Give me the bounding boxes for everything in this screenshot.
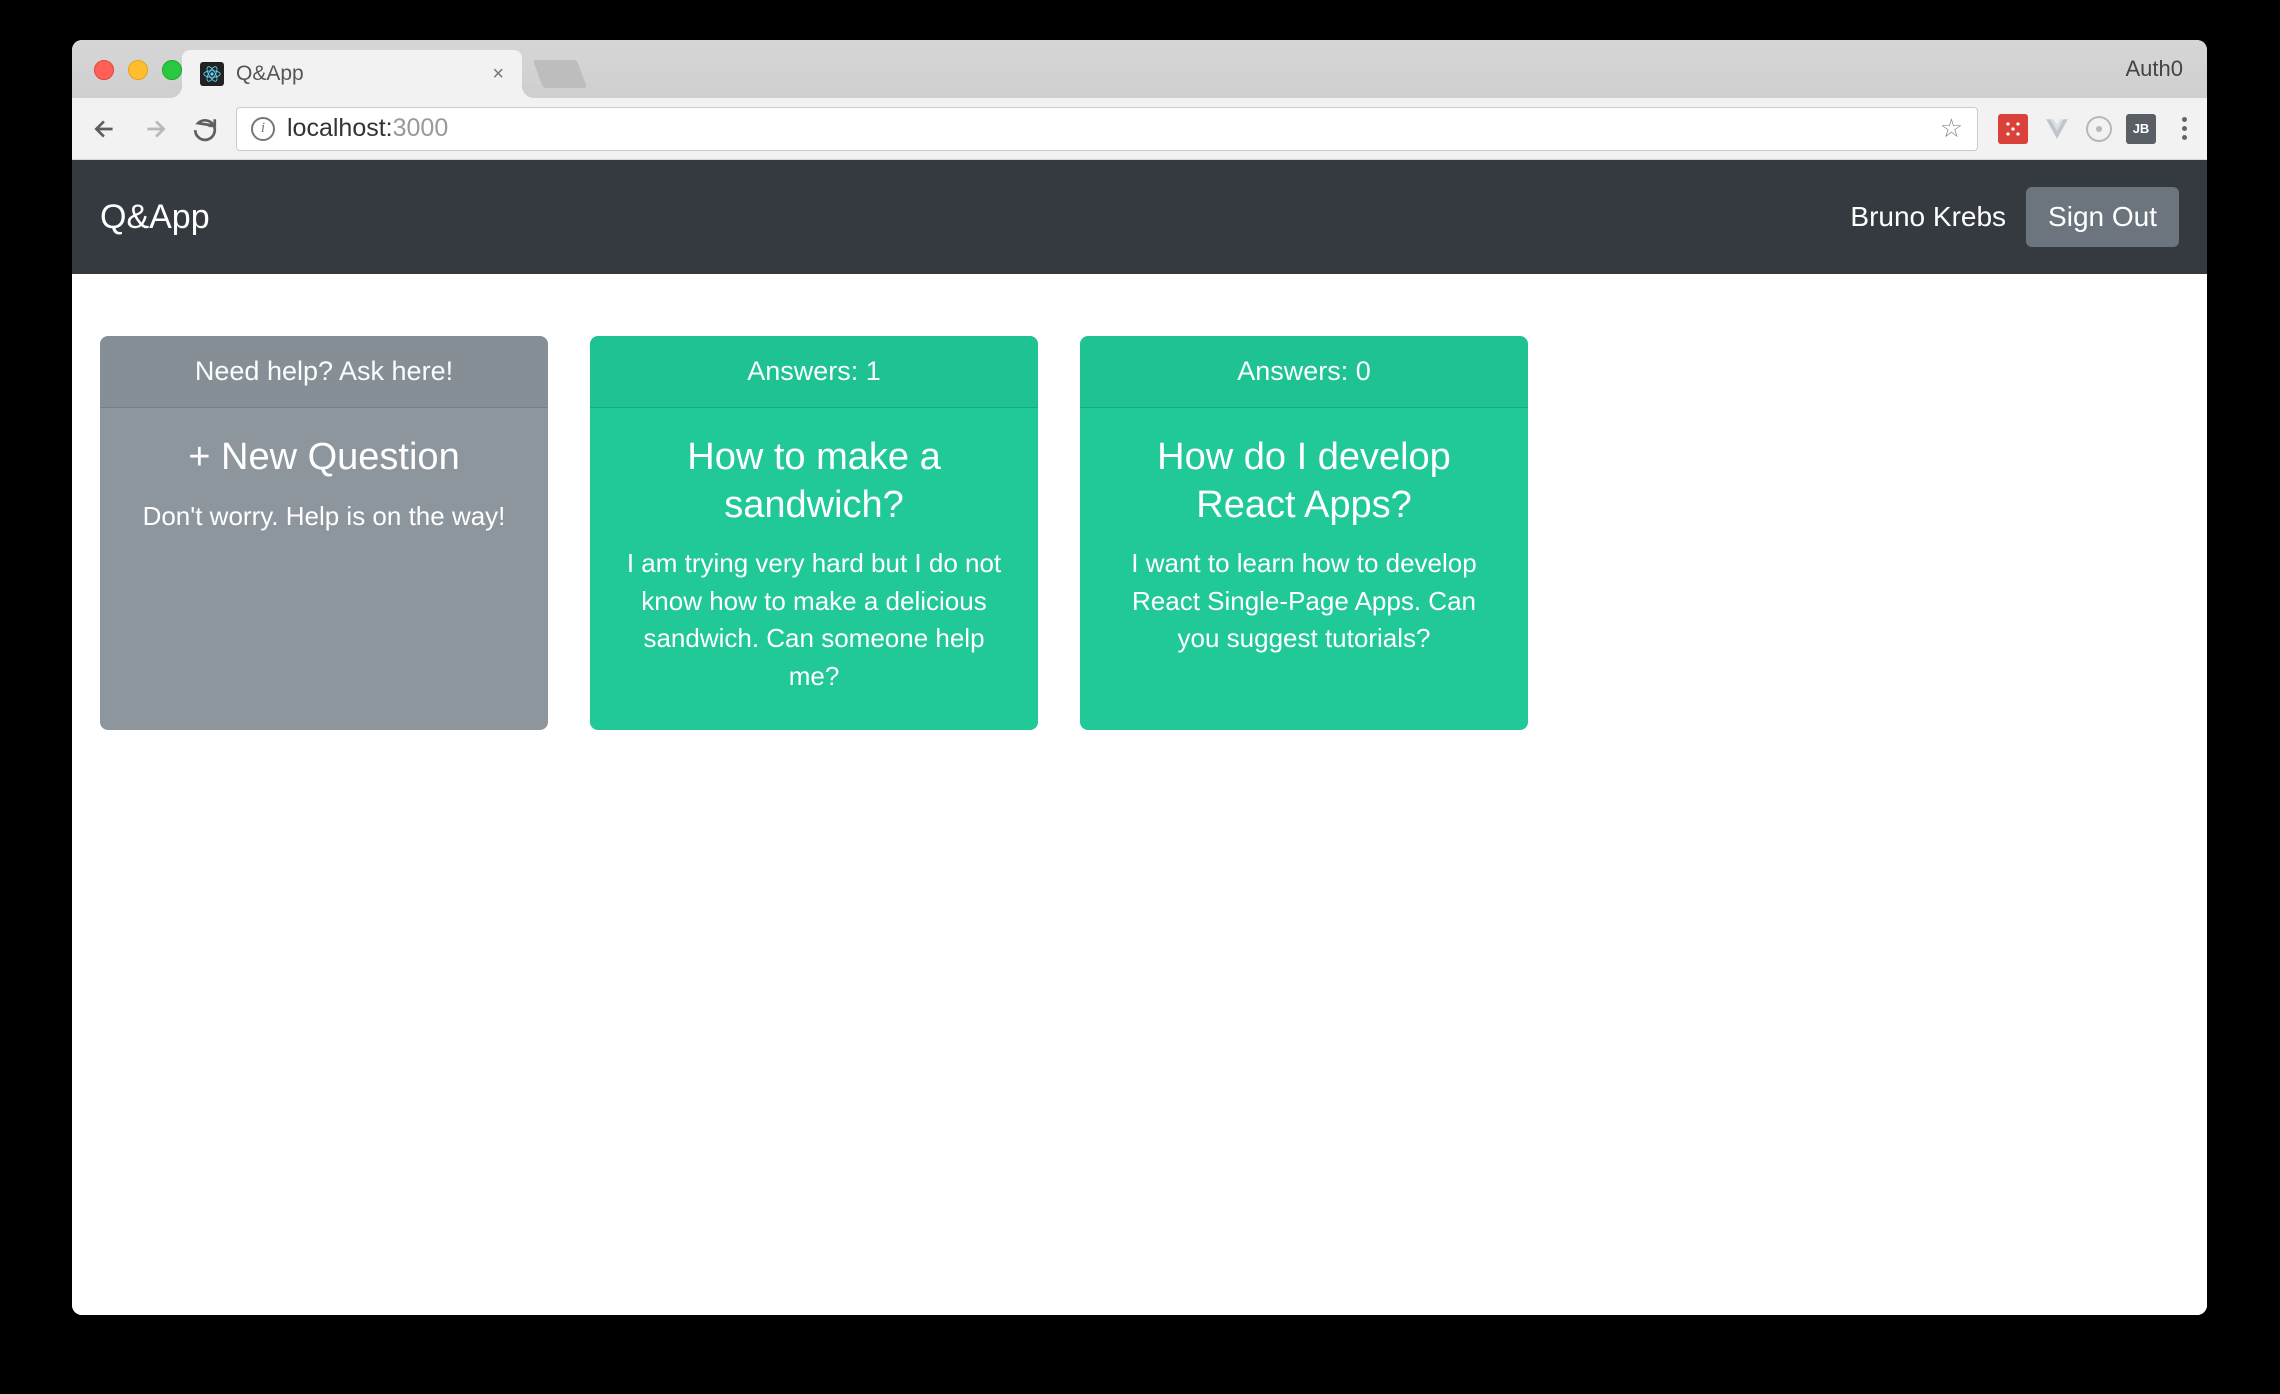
bookmark-star-icon[interactable]: ☆ — [1940, 113, 1963, 144]
question-title: How do I develop React Apps? — [1110, 434, 1498, 529]
window-maximize-button[interactable] — [162, 60, 182, 80]
jetbrains-extension-icon[interactable]: JB — [2126, 114, 2156, 144]
page-viewport: Q&App Bruno Krebs Sign Out Need help? As… — [72, 160, 2207, 1315]
app-brand[interactable]: Q&App — [100, 198, 210, 237]
browser-profile-label[interactable]: Auth0 — [2126, 56, 2184, 82]
cards-container: Need help? Ask here! + New Question Don'… — [72, 274, 2207, 792]
answers-count-label: Answers: 1 — [590, 336, 1038, 408]
new-question-header: Need help? Ask here! — [100, 336, 548, 408]
question-card[interactable]: Answers: 1 How to make a sandwich? I am … — [590, 336, 1038, 730]
vue-extension-icon[interactable] — [2042, 114, 2072, 144]
new-tab-button[interactable] — [533, 60, 587, 88]
window-minimize-button[interactable] — [128, 60, 148, 80]
sign-out-button[interactable]: Sign Out — [2026, 187, 2179, 247]
tab-title: Q&App — [236, 62, 480, 86]
extension-icon[interactable] — [1998, 114, 2028, 144]
question-text: I want to learn how to develop React Sin… — [1110, 545, 1498, 658]
question-title: How to make a sandwich? — [620, 434, 1008, 529]
app-navbar: Q&App Bruno Krebs Sign Out — [72, 160, 2207, 274]
site-info-icon[interactable]: i — [251, 117, 275, 141]
extension-circle-icon[interactable] — [2086, 116, 2112, 142]
reload-button[interactable] — [186, 110, 224, 148]
forward-button[interactable] — [136, 110, 174, 148]
tab-close-button[interactable]: × — [492, 63, 504, 86]
question-card[interactable]: Answers: 0 How do I develop React Apps? … — [1080, 336, 1528, 730]
browser-toolbar: i localhost:3000 ☆ JB — [72, 98, 2207, 160]
window-controls — [94, 60, 182, 80]
extensions: JB — [1990, 114, 2164, 144]
react-favicon-icon — [200, 62, 224, 86]
browser-menu-button[interactable] — [2176, 117, 2193, 140]
address-bar[interactable]: i localhost:3000 ☆ — [236, 107, 1978, 151]
question-text: I am trying very hard but I do not know … — [620, 545, 1008, 696]
new-question-title: + New Question — [130, 434, 518, 482]
back-button[interactable] — [86, 110, 124, 148]
new-question-text: Don't worry. Help is on the way! — [130, 498, 518, 536]
new-question-card[interactable]: Need help? Ask here! + New Question Don'… — [100, 336, 548, 730]
url-text: localhost:3000 — [287, 114, 448, 143]
tab-strip: Q&App × Auth0 — [72, 40, 2207, 98]
browser-tab[interactable]: Q&App × — [182, 50, 522, 98]
user-name-label: Bruno Krebs — [1850, 201, 2006, 233]
window-close-button[interactable] — [94, 60, 114, 80]
answers-count-label: Answers: 0 — [1080, 336, 1528, 408]
browser-window: Q&App × Auth0 i localhost:3000 ☆ — [72, 40, 2207, 1315]
